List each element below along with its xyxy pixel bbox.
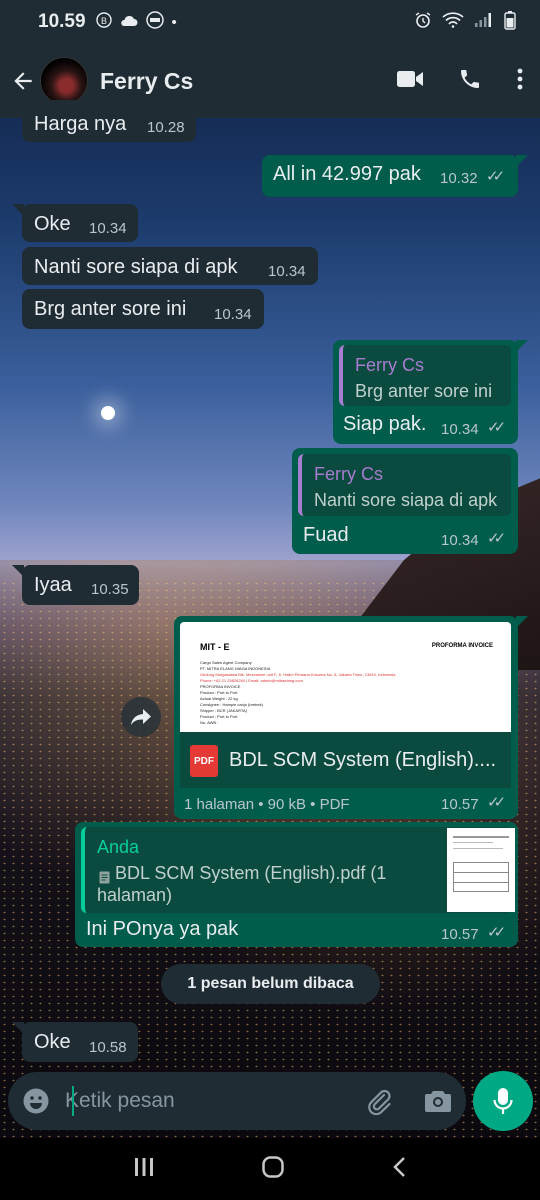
- message-incoming[interactable]: Oke 10.34: [22, 204, 138, 242]
- read-ticks-icon: ✓✓: [487, 530, 506, 547]
- wallpaper-moon: [101, 406, 115, 420]
- quoted-text: Brg anter sore ini: [355, 381, 493, 401]
- quoted-author: Anda: [97, 837, 140, 857]
- notification-dot-icon: •: [171, 13, 177, 31]
- message-outgoing-reply[interactable]: Ferry Cs Brg anter sore ini Siap pak. 10…: [333, 340, 518, 444]
- message-text: Ini POnya ya pak: [86, 918, 239, 940]
- quoted-author: Ferry Cs: [355, 355, 424, 375]
- message-time: 10.34: [214, 306, 252, 323]
- message-text: Harga nya: [34, 113, 127, 135]
- quoted-message[interactable]: Anda BDL SCM System (English).pdf (1 hal…: [81, 827, 515, 913]
- message-text: Oke: [34, 1031, 71, 1053]
- back-nav-icon[interactable]: [391, 1156, 407, 1183]
- preview-heading: PROFORMA INVOICE: [431, 643, 493, 649]
- message-outgoing-reply[interactable]: Anda BDL SCM System (English).pdf (1 hal…: [75, 822, 518, 947]
- alarm-icon: [414, 11, 432, 33]
- mic-icon[interactable]: [473, 1071, 533, 1131]
- home-icon[interactable]: [261, 1155, 285, 1184]
- preview-lines: Cargo Sales Agent Company PT. MITRA ELAN…: [200, 660, 500, 726]
- contact-avatar[interactable]: [40, 57, 88, 105]
- attachment-icon[interactable]: [365, 1087, 393, 1120]
- message-time: 10.28: [147, 119, 185, 136]
- message-time: 10.34: [441, 421, 479, 438]
- preview-line: No. AWB :: [200, 720, 219, 725]
- document-meta: 1 halaman • 90 kB • PDF: [184, 796, 350, 813]
- camera-icon[interactable]: [424, 1088, 452, 1119]
- message-input[interactable]: Ketik pesan: [65, 1089, 175, 1113]
- read-ticks-icon: ✓✓: [487, 924, 506, 941]
- message-time: 10.34: [268, 263, 306, 280]
- quoted-text: halaman): [97, 885, 173, 905]
- back-arrow-icon[interactable]: [8, 61, 38, 101]
- message-incoming[interactable]: Harga nya 10.28: [22, 100, 196, 142]
- message-incoming[interactable]: Brg anter sore ini 10.34: [22, 289, 264, 329]
- message-time: 10.35: [91, 581, 129, 598]
- voice-call-icon[interactable]: [458, 67, 482, 96]
- emoji-icon[interactable]: [22, 1087, 50, 1120]
- contact-name[interactable]: Ferry Cs: [100, 68, 193, 95]
- quoted-document-thumbnail: [447, 828, 515, 912]
- message-time: 10.57: [441, 796, 479, 813]
- document-file-name[interactable]: BDL SCM System (English)....: [229, 749, 496, 772]
- message-text: Brg anter sore ini: [34, 298, 187, 320]
- message-text: Nanti sore siapa di apk: [34, 256, 238, 278]
- message-incoming[interactable]: Nanti sore siapa di apk 10.34: [22, 247, 318, 285]
- status-time: 10.59: [38, 11, 86, 32]
- text-caret: [72, 1086, 74, 1116]
- message-outgoing[interactable]: All in 42.997 pak 10.32 ✓✓: [262, 155, 518, 197]
- message-composer: Ketik pesan: [8, 1072, 466, 1130]
- media-icon: [145, 11, 164, 33]
- cloud-icon: [120, 14, 138, 31]
- read-ticks-icon: ✓✓: [487, 419, 506, 436]
- read-ticks-icon: ✓✓: [487, 794, 506, 811]
- quoted-message[interactable]: Ferry Cs Nanti sore siapa di apk: [298, 454, 511, 516]
- recent-apps-icon[interactable]: [133, 1156, 155, 1183]
- message-time: 10.34: [89, 220, 127, 237]
- signal-icon: [474, 12, 494, 32]
- preview-logo: MIT - E: [200, 642, 230, 652]
- message-incoming[interactable]: Oke 10.58: [22, 1022, 138, 1062]
- read-ticks-icon: ✓✓: [486, 168, 505, 185]
- message-time: 10.57: [441, 926, 479, 943]
- message-text: Iyaa: [34, 574, 72, 596]
- video-call-icon[interactable]: [396, 69, 424, 94]
- message-text: Siap pak.: [343, 413, 427, 435]
- quoted-message[interactable]: Ferry Cs Brg anter sore ini: [339, 345, 511, 406]
- svg-text:B: B: [101, 16, 107, 26]
- quoted-text: BDL SCM System (English).pdf (1: [115, 863, 387, 883]
- unread-messages-banner: 1 pesan belum dibaca: [161, 964, 380, 1004]
- system-navigation-bar: [0, 1138, 540, 1200]
- document-preview[interactable]: MIT - E PROFORMA INVOICE Cargo Sales Age…: [180, 622, 511, 732]
- message-incoming[interactable]: Iyaa 10.35: [22, 565, 139, 605]
- message-text: Oke: [34, 213, 71, 235]
- pdf-file-icon: PDF: [190, 745, 218, 777]
- more-options-icon[interactable]: [516, 67, 524, 96]
- message-text: All in 42.997 pak: [273, 163, 421, 185]
- battery-icon: [504, 10, 516, 34]
- message-outgoing-reply[interactable]: Ferry Cs Nanti sore siapa di apk Fuad 10…: [292, 448, 518, 554]
- message-time: 10.58: [89, 1039, 127, 1056]
- message-time: 10.32: [440, 170, 478, 187]
- b-badge-icon: B: [95, 12, 112, 32]
- message-time: 10.34: [441, 532, 479, 549]
- message-text: Fuad: [303, 524, 349, 546]
- quoted-text: Nanti sore siapa di apk: [314, 490, 498, 510]
- forward-icon[interactable]: [121, 697, 161, 737]
- quoted-author: Ferry Cs: [314, 464, 383, 484]
- wifi-icon: [442, 12, 464, 32]
- status-bar: 10.59 B •: [0, 0, 540, 44]
